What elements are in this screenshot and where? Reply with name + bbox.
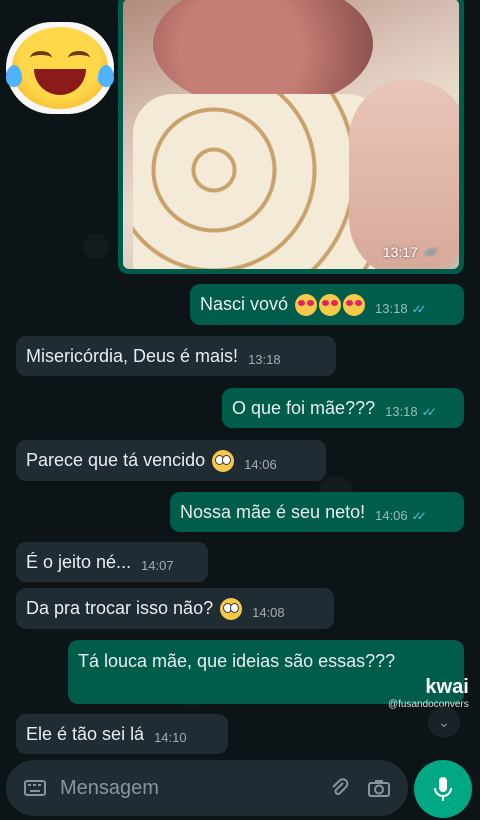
message-bubble-incoming[interactable]: Da pra trocar isso não? 14:08 — [16, 588, 334, 630]
message-text: Nasci vovó — [200, 293, 366, 317]
message-time: 14:06 — [244, 457, 277, 473]
smiling-hearts-emoji-icon — [319, 294, 342, 317]
message-time: 14:07 — [141, 558, 174, 573]
scroll-down-button[interactable]: ⌄ — [428, 706, 460, 738]
tears-of-joy-sticker[interactable] — [6, 22, 114, 114]
read-ticks-icon: ✓✓ — [411, 302, 427, 317]
message-text: Misericórdia, Deus é mais! — [26, 346, 239, 366]
message-meta: 14:06 ✓✓ — [375, 505, 427, 527]
message-time: 14:10 — [154, 730, 187, 745]
message-meta: 13:18 ✓✓ — [385, 401, 437, 423]
message-text: Ele é tão sei lá — [26, 724, 145, 744]
attach-icon[interactable] — [324, 773, 354, 803]
eye-roll-emoji-icon — [220, 598, 243, 621]
message-bubble-incoming[interactable]: Misericórdia, Deus é mais! 13:18 — [16, 336, 336, 376]
tears-of-joy-emoji-icon — [6, 27, 114, 109]
message-bubble-incoming[interactable]: É o jeito né... 14:07 — [16, 542, 208, 582]
message-bubble-outgoing[interactable]: O que foi mãe??? 13:18 ✓✓ — [222, 388, 464, 428]
message-time: 13:18 — [248, 352, 281, 367]
message-input[interactable]: Mensagem — [60, 777, 314, 800]
flushed-face-emoji-icon — [212, 450, 235, 473]
message-meta: 13:18 ✓✓ — [375, 298, 427, 320]
smiling-hearts-emoji-icon — [343, 294, 366, 317]
read-ticks-icon: ✓✓ — [411, 509, 427, 523]
message-text: Nossa mãe é seu neto! — [180, 502, 366, 522]
message-bubble-outgoing[interactable]: Nossa mãe é seu neto! 14:06 ✓✓ — [170, 492, 464, 532]
read-ticks-icon: ✓✓ — [423, 245, 439, 259]
message-text: Parece que tá vencido — [26, 449, 235, 473]
message-bubble-incoming[interactable]: Parece que tá vencido 14:06 — [16, 440, 326, 482]
message-time: 14:08 — [252, 605, 285, 621]
message-bubble-incoming[interactable]: Ele é tão sei lá 14:10 — [16, 714, 228, 754]
image-message-meta: 13:17 ✓✓ — [382, 244, 439, 260]
message-time: 13:18 — [375, 301, 408, 317]
message-text: Tá louca mãe, que ideias são essas??? — [78, 651, 396, 671]
mic-button[interactable] — [414, 760, 472, 818]
image-message[interactable]: 13:17 ✓✓ — [118, 0, 464, 274]
kwai-logo: kwai — [425, 676, 469, 698]
read-ticks-icon: ✓✓ — [421, 405, 437, 419]
message-text: O que foi mãe??? — [232, 398, 376, 418]
message-text: Da pra trocar isso não? — [26, 597, 243, 621]
kwai-watermark: kwai @fusandoconvers — [388, 676, 469, 710]
smiling-hearts-emoji-icon — [295, 294, 318, 317]
mic-icon — [434, 777, 452, 801]
message-bubble-outgoing[interactable]: Nasci vovó 13:18 ✓✓ — [190, 284, 464, 326]
keyboard-icon[interactable] — [20, 773, 50, 803]
chevron-down-icon: ⌄ — [438, 713, 450, 730]
message-composer[interactable]: Mensagem — [6, 760, 408, 816]
message-time: 13:18 — [385, 404, 418, 419]
message-time: 13:17 — [382, 244, 418, 260]
watermark-handle: @fusandoconvers — [388, 699, 469, 710]
camera-icon[interactable] — [364, 773, 394, 803]
message-time: 14:06 — [375, 508, 408, 523]
message-text: É o jeito né... — [26, 552, 132, 572]
baby-photo[interactable] — [123, 0, 459, 269]
